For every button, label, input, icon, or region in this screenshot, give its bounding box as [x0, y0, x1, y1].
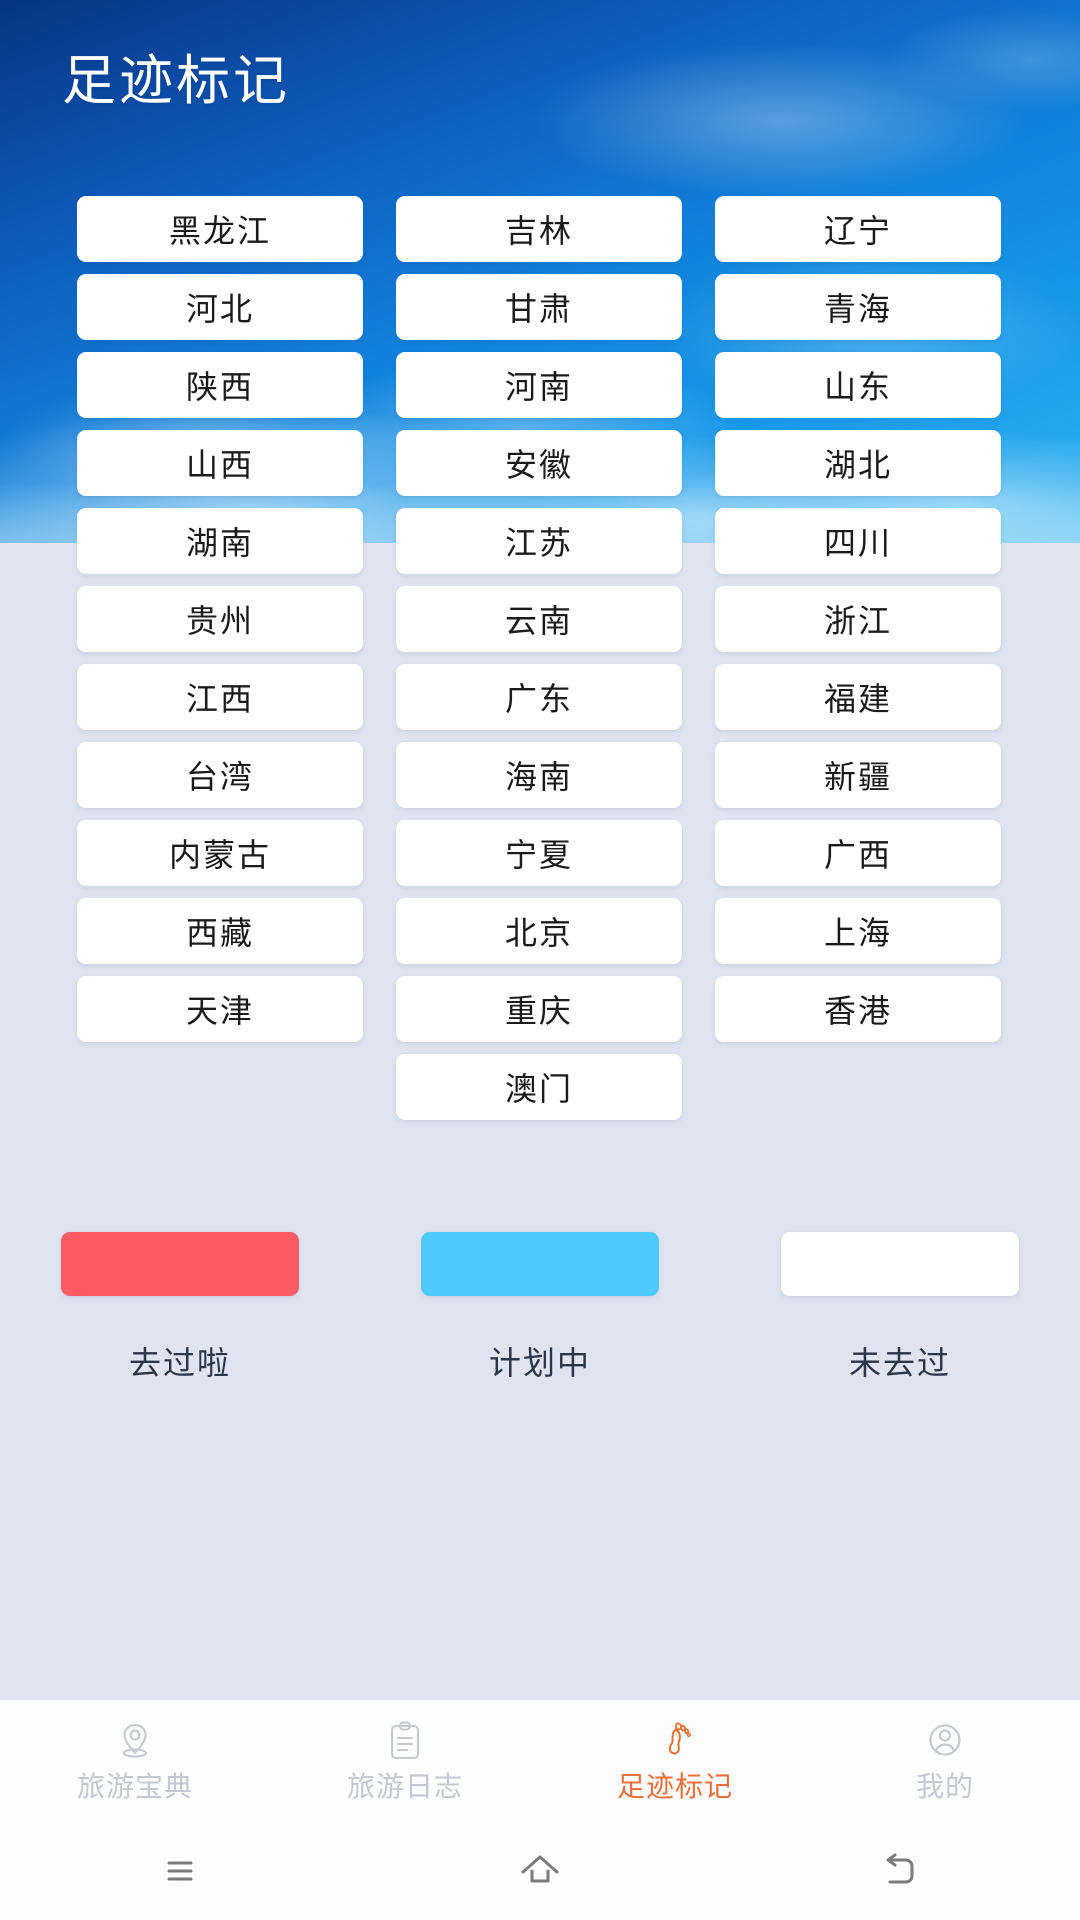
province-cell[interactable]: 湖南	[77, 508, 363, 574]
province-cell[interactable]: 湖北	[715, 430, 1001, 496]
legend-swatch[interactable]	[61, 1232, 299, 1296]
back-button[interactable]	[720, 1847, 1080, 1895]
province-cell[interactable]: 辽宁	[715, 196, 1001, 262]
province-cell[interactable]: 天津	[77, 976, 363, 1042]
province-grid: 黑龙江 吉林 辽宁 河北 甘肃 青海 陕西 河南 山东 山西 安徽 湖北 湖南 江苏 四川 贵州 云南 浙江 江西广…	[77, 196, 1003, 1120]
province-cell[interactable]: 青海	[715, 274, 1001, 340]
legend-label: 去过啦	[128, 1345, 231, 1381]
person-icon	[922, 1718, 968, 1764]
legend-item: 计划中	[360, 1232, 720, 1384]
province-cell[interactable]: 北京	[396, 898, 682, 964]
tab-label: 足迹标记	[616, 1771, 733, 1802]
home-icon	[516, 1847, 564, 1895]
province-cell[interactable]: 江西	[77, 664, 363, 730]
province-cell[interactable]: 台湾	[77, 742, 363, 808]
home-button[interactable]	[360, 1847, 720, 1895]
province-cell[interactable]: 山东	[715, 352, 1001, 418]
tab-mine[interactable]: 我的	[810, 1718, 1080, 1803]
province-cell[interactable]: 澳门	[396, 1054, 682, 1120]
legend-label: 计划中	[488, 1345, 591, 1381]
province-cell-placeholder	[715, 1054, 1001, 1120]
location-pin-icon	[112, 1718, 158, 1764]
province-cell[interactable]: 吉林	[396, 196, 682, 262]
province-cell-placeholder	[77, 1054, 363, 1120]
legend: 去过啦 计划中 未去过	[0, 1232, 1080, 1384]
province-cell[interactable]: 宁夏	[396, 820, 682, 886]
province-cell[interactable]: 陕西	[77, 352, 363, 418]
page-title: 足迹标记	[62, 51, 290, 111]
province-cell[interactable]: 江苏	[396, 508, 682, 574]
hamburger-icon	[158, 1849, 202, 1893]
province-cell[interactable]: 上海	[715, 898, 1001, 964]
province-cell[interactable]: 山西	[77, 430, 363, 496]
recents-button[interactable]	[0, 1849, 360, 1893]
province-cell[interactable]: 广西	[715, 820, 1001, 886]
province-cell[interactable]: 四川	[715, 508, 1001, 574]
legend-item: 去过啦	[0, 1232, 360, 1384]
back-arrow-icon	[876, 1847, 924, 1895]
tab-label: 旅游日志	[346, 1771, 463, 1802]
legend-swatch[interactable]	[421, 1232, 659, 1296]
province-cell[interactable]: 安徽	[396, 430, 682, 496]
tab-label: 我的	[915, 1771, 974, 1802]
province-cell[interactable]: 甘肃	[396, 274, 682, 340]
clipboard-icon	[382, 1718, 428, 1764]
tab-travel-journal[interactable]: 旅游日志	[270, 1718, 540, 1803]
legend-item: 未去过	[720, 1232, 1080, 1384]
province-cell[interactable]: 重庆	[396, 976, 682, 1042]
province-cell[interactable]: 内蒙古	[77, 820, 363, 886]
legend-swatch[interactable]	[781, 1232, 1019, 1296]
app-root: 足迹标记 黑龙江 吉林 辽宁河北 甘肃 青海陕西 河南 山东山西 安徽 湖北湖南 江苏 四川贵州 云南…	[0, 0, 1080, 1920]
province-cell[interactable]: 广东	[396, 664, 682, 730]
province-cell[interactable]: 新疆	[715, 742, 1001, 808]
province-cell[interactable]: 浙江	[715, 586, 1001, 652]
province-cell[interactable]: 黑龙江	[77, 196, 363, 262]
province-cell[interactable]: 福建	[715, 664, 1001, 730]
system-navigation-bar	[0, 1821, 1080, 1920]
province-cell[interactable]: 香港	[715, 976, 1001, 1042]
province-cell[interactable]: 云南	[396, 586, 682, 652]
province-cell[interactable]: 海南	[396, 742, 682, 808]
province-cell[interactable]: 西藏	[77, 898, 363, 964]
tab-label: 旅游宝典	[76, 1771, 193, 1802]
bottom-tab-bar: 旅游宝典 旅游日志 足迹标记 我的	[0, 1699, 1080, 1821]
province-cell[interactable]: 贵州	[77, 586, 363, 652]
footprint-icon	[652, 1718, 698, 1764]
legend-label: 未去过	[848, 1345, 951, 1381]
tab-footprint-marks[interactable]: 足迹标记	[540, 1718, 810, 1803]
province-cell[interactable]: 河北	[77, 274, 363, 340]
tab-travel-guide[interactable]: 旅游宝典	[0, 1718, 270, 1803]
province-cell[interactable]: 河南	[396, 352, 682, 418]
